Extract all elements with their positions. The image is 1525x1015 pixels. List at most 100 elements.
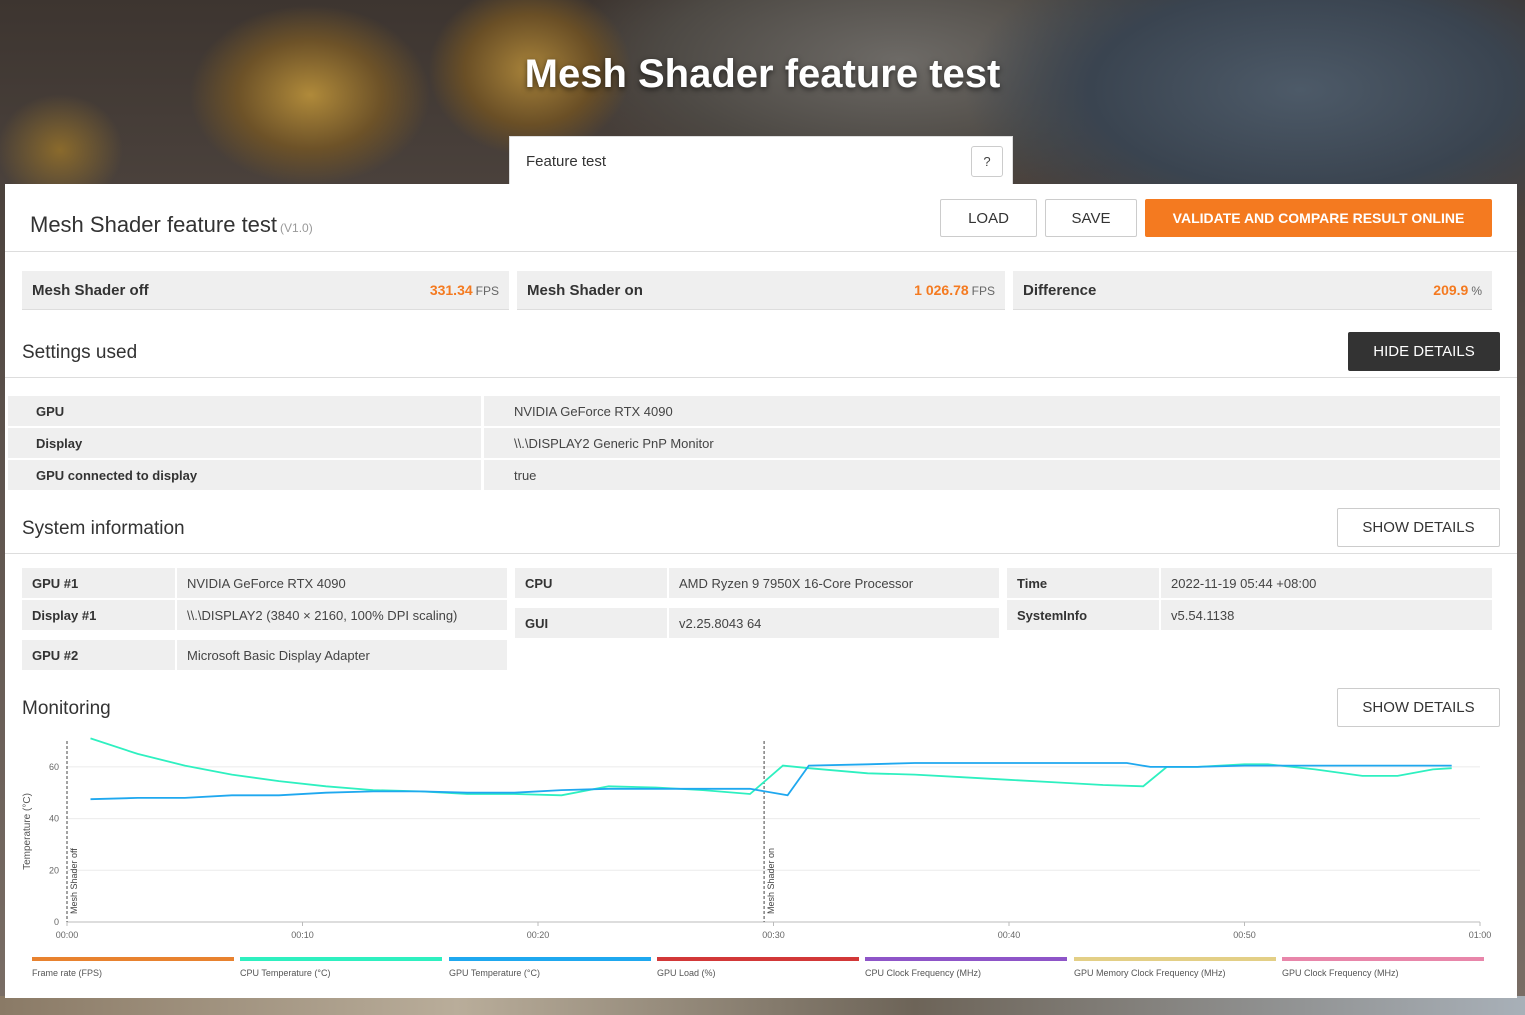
sys-value: v5.54.1138: [1161, 600, 1492, 630]
result-mesh-shader-off: Mesh Shader off 331.34 FPS: [22, 271, 509, 310]
result-unit: %: [1471, 284, 1482, 298]
save-button[interactable]: SAVE: [1045, 199, 1137, 237]
panel-title-text: Mesh Shader feature test: [30, 212, 278, 237]
legend-label: GPU Load (%): [657, 968, 716, 978]
sys-value: AMD Ryzen 9 7950X 16-Core Processor: [669, 568, 999, 598]
result-value: 331.34 FPS: [430, 282, 499, 298]
result-label: Difference: [1023, 282, 1097, 299]
hide-details-button[interactable]: HIDE DETAILS: [1348, 332, 1500, 371]
y-tick-label: 40: [49, 814, 59, 824]
table-row: GPU connected to display true: [8, 460, 1500, 490]
table-row: GPU NVIDIA GeForce RTX 4090: [8, 396, 1500, 426]
panel-title: Mesh Shader feature test (V1.0): [30, 212, 313, 238]
results-row: Mesh Shader off 331.34 FPS Mesh Shader on…: [22, 271, 1492, 311]
settings-table: GPU NVIDIA GeForce RTX 4090 Display \\.\…: [8, 396, 1500, 492]
table-row: GPU #2 Microsoft Basic Display Adapter: [22, 640, 507, 670]
legend-item[interactable]: Frame rate (FPS): [32, 957, 234, 978]
settings-title: Settings used: [22, 342, 138, 363]
monitoring-show-details-button[interactable]: SHOW DETAILS: [1337, 688, 1500, 727]
show-details-label: SHOW DETAILS: [1362, 519, 1475, 536]
legend-label: CPU Temperature (°C): [240, 968, 331, 978]
series-line: [90, 762, 1452, 801]
legend-swatch: [449, 957, 651, 961]
setting-key: GPU: [8, 396, 481, 426]
table-row: Display #1 \\.\DISPLAY2 (3840 × 2160, 10…: [22, 600, 507, 630]
result-number: 331.34: [429, 282, 473, 298]
help-button[interactable]: ?: [971, 146, 1003, 177]
y-tick-label: 0: [54, 917, 59, 927]
y-axis-label: Temperature (°C): [22, 793, 33, 870]
table-row: Display \\.\DISPLAY2 Generic PnP Monitor: [8, 428, 1500, 458]
help-label: ?: [983, 154, 991, 169]
chart-svg: 0 20 40 60 00:00 00:10 00:20 00:30 00:40 00:50 01:…: [22, 737, 1492, 940]
load-label: LOAD: [968, 209, 1009, 227]
sys-value: 2022-11-19 05:44 +08:00: [1161, 568, 1492, 598]
result-number: 209.9: [1433, 282, 1469, 298]
legend-swatch: [865, 957, 1067, 961]
x-tick-label: 00:40: [998, 930, 1021, 940]
legend-item[interactable]: GPU Temperature (°C): [449, 957, 651, 978]
divider: [5, 377, 1517, 378]
legend-item[interactable]: GPU Clock Frequency (MHz): [1282, 957, 1484, 978]
legend-label: CPU Clock Frequency (MHz): [865, 968, 982, 978]
sys-key: CPU: [515, 568, 667, 598]
result-difference: Difference 209.9%: [1013, 271, 1492, 310]
sys-key: GUI: [515, 608, 667, 638]
y-tick-label: 20: [49, 865, 59, 875]
system-show-details-button[interactable]: SHOW DETAILS: [1337, 508, 1500, 547]
tab-label: Feature test: [526, 153, 607, 170]
monitoring-title: Monitoring: [22, 698, 111, 719]
panel-header: Mesh Shader feature test (V1.0) LOAD SAVE…: [5, 184, 1517, 252]
table-row: GUI v2.25.8043 64: [515, 608, 999, 638]
legend-item[interactable]: CPU Clock Frequency (MHz): [865, 957, 1067, 978]
result-label: Mesh Shader on: [527, 282, 643, 299]
setting-key: GPU connected to display: [8, 460, 481, 490]
result-value: 209.9%: [1433, 282, 1482, 298]
legend-item[interactable]: GPU Load (%): [657, 957, 859, 978]
legend-label: Frame rate (FPS): [32, 968, 103, 978]
phase-marker-label: Mesh Shader off: [69, 848, 79, 914]
sys-key: Display #1: [22, 600, 175, 630]
sys-key: SystemInfo: [1007, 600, 1159, 630]
x-tick-label: 00:30: [762, 930, 785, 940]
setting-value: true: [484, 460, 1500, 490]
system-info-title: System information: [22, 518, 185, 539]
setting-value: \\.\DISPLAY2 Generic PnP Monitor: [484, 428, 1500, 458]
x-tick-label: 01:00: [1469, 930, 1492, 940]
x-tick-label: 00:20: [527, 930, 550, 940]
save-label: SAVE: [1071, 209, 1111, 227]
legend-swatch: [1074, 957, 1276, 961]
result-panel: Mesh Shader feature test (V1.0) LOAD SAVE…: [5, 184, 1517, 998]
legend-label: GPU Memory Clock Frequency (MHz): [1074, 968, 1226, 978]
legend-swatch: [657, 957, 859, 961]
divider: [5, 553, 1517, 554]
x-tick-label: 00:00: [56, 930, 79, 940]
show-details-label: SHOW DETAILS: [1362, 699, 1475, 716]
sys-value: Microsoft Basic Display Adapter: [177, 640, 507, 670]
sys-key: GPU #1: [22, 568, 175, 598]
table-row: SystemInfo v5.54.1138: [1007, 600, 1492, 630]
result-unit: FPS: [971, 284, 995, 298]
result-number: 1 026.78: [914, 282, 969, 298]
result-unit: FPS: [475, 284, 499, 298]
legend-label: GPU Temperature (°C): [449, 968, 540, 978]
result-value: 1 026.78 FPS: [914, 282, 995, 298]
legend-item[interactable]: CPU Temperature (°C): [240, 957, 442, 978]
table-row: Time 2022-11-19 05:44 +08:00: [1007, 568, 1492, 598]
validate-compare-button[interactable]: VALIDATE AND COMPARE RESULT ONLINE: [1145, 199, 1492, 237]
table-row: GPU #1 NVIDIA GeForce RTX 4090: [22, 568, 507, 598]
legend-label: GPU Clock Frequency (MHz): [1282, 968, 1399, 978]
chart-legend: Frame rate (FPS) CPU Temperature (°C) GP…: [32, 957, 1492, 987]
monitoring-chart: 0 20 40 60 00:00 00:10 00:20 00:30 00:40 00:50 01:…: [5, 736, 1517, 986]
result-label: Mesh Shader off: [32, 282, 149, 299]
hero-title: Mesh Shader feature test: [524, 52, 1001, 96]
legend-swatch: [1282, 957, 1484, 961]
sys-key: GPU #2: [22, 640, 175, 670]
setting-key: Display: [8, 428, 481, 458]
tab-feature-test[interactable]: Feature test ?: [509, 136, 1013, 186]
load-button[interactable]: LOAD: [940, 199, 1037, 237]
version-label: (V1.0): [280, 221, 313, 235]
background-image: [0, 996, 1525, 1015]
y-tick-label: 60: [49, 762, 59, 772]
legend-item[interactable]: GPU Memory Clock Frequency (MHz): [1074, 957, 1276, 978]
